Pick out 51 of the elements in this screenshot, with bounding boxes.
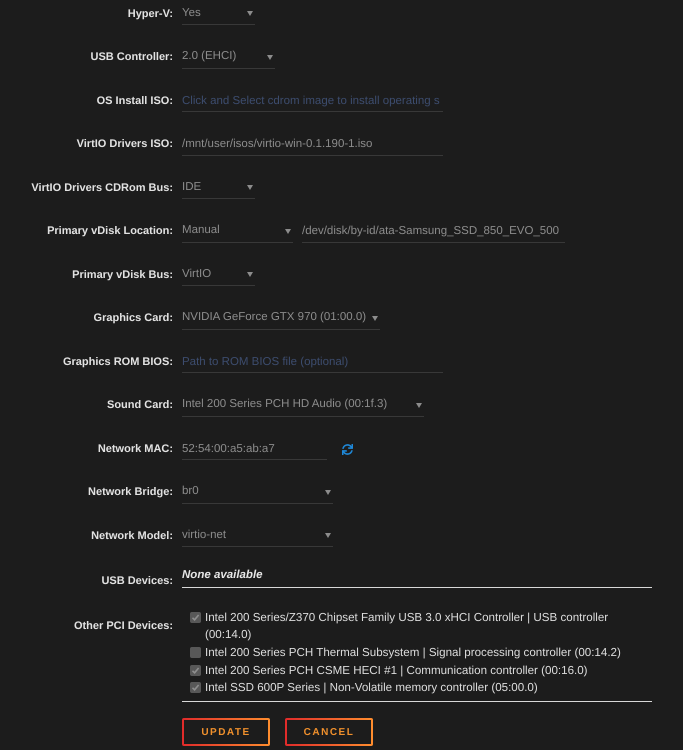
checkbox[interactable] — [190, 664, 201, 676]
mac-field[interactable]: 52:54:00:a5:ab:a7 — [182, 438, 327, 460]
device-label: Intel 200 Series PCH CSME HECI #1 | Communication controller (00:16.0) — [205, 662, 588, 679]
checkmark-icon — [191, 612, 200, 622]
field-label: USB Controller: — [90, 50, 173, 66]
field-label: Primary vDisk Bus: — [71, 268, 173, 283]
field-label: USB Devices: — [100, 574, 173, 588]
caret-icon — [372, 316, 378, 320]
path-field[interactable]: /dev/disk/by-id/ata-Samsung_SSD_850_EVO_500 — [302, 220, 565, 242]
device-label: Intel 200 Series PCH Thermal Subsystem | Signal processing controller (00:14.2) — [205, 644, 621, 661]
caret-icon — [247, 185, 253, 190]
field-label: Other PCI Devices: — [72, 618, 173, 634]
dropdown[interactable]: 2.0 (EHCI) — [182, 46, 275, 68]
field-label: Graphics ROM BIOS: — [62, 354, 173, 370]
checkbox[interactable] — [190, 682, 201, 694]
device-label: Intel SSD 600P Series | Non-Volatile memory controller (05:00.0) — [205, 680, 538, 696]
field-label: Hyper-V: — [126, 6, 173, 22]
caret-icon — [247, 272, 253, 277]
caret-icon — [325, 490, 331, 494]
field-label: Network Bridge: — [87, 485, 173, 500]
caret-icon — [325, 533, 331, 538]
cancel-button[interactable]: CANCEL — [285, 718, 373, 746]
text-field[interactable]: Click and Select cdrom image to install operating s — [182, 90, 443, 112]
caret-icon — [267, 54, 273, 60]
text-field[interactable]: /mnt/user/isos/virtio-win-0.1.190-1.iso — [182, 134, 443, 156]
usb-devices-value: None available — [182, 568, 263, 582]
caret-icon — [247, 11, 253, 16]
dropdown[interactable]: br0 — [182, 482, 333, 504]
field-label: Primary vDisk Location: — [46, 224, 173, 240]
caret-icon — [416, 402, 422, 408]
device-label: Intel 200 Series/Z370 Chipset Family USB 3.0 xHCI Controller | USB controller (00:14.0) — [205, 610, 610, 644]
field-label: Sound Card: — [106, 398, 173, 414]
dropdown[interactable]: Manual — [182, 220, 293, 242]
checkbox[interactable] — [190, 646, 201, 658]
dropdown[interactable]: VirtIO — [182, 264, 255, 286]
field-label: VirtIO Drivers ISO: — [76, 137, 173, 152]
field-label: Network MAC: — [96, 442, 173, 457]
field-label: Graphics Card: — [92, 311, 173, 326]
dropdown[interactable]: NVIDIA GeForce GTX 970 (01:00.0) — [182, 308, 380, 330]
update-button[interactable]: UPDATE — [182, 718, 270, 746]
caret-icon — [285, 228, 291, 234]
field-label: VirtIO Drivers CDRom Bus: — [30, 180, 173, 196]
dropdown[interactable]: IDE — [182, 177, 255, 199]
dropdown[interactable]: virtio-net — [182, 525, 333, 547]
field-label: Network Model: — [90, 528, 173, 544]
refresh-icon[interactable] — [342, 444, 353, 454]
checkbox[interactable] — [190, 612, 201, 622]
dropdown[interactable]: Intel 200 Series PCH HD Audio (00:1f.3) — [182, 394, 424, 416]
text-field[interactable]: Path to ROM BIOS file (optional) — [182, 351, 443, 373]
field-label: OS Install ISO: — [96, 94, 173, 109]
dropdown[interactable]: Yes — [182, 3, 255, 25]
